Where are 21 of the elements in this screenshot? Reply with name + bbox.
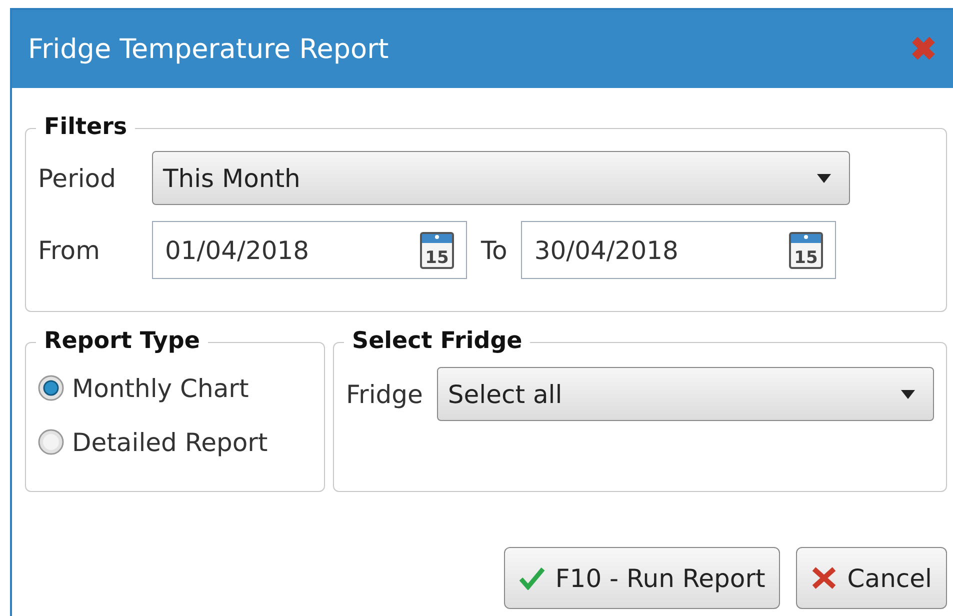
close-icon (811, 566, 838, 590)
dropdown[interactable]: Select all (436, 367, 934, 421)
checkmark-icon (519, 566, 546, 590)
field-label: From (38, 236, 101, 264)
window-title: Fridge Temperature Report (28, 34, 389, 64)
field-label: To (481, 236, 508, 264)
date-field[interactable]: 30/04/2018 15 (521, 221, 836, 279)
radio-label: Monthly Chart (72, 374, 249, 402)
run-report-button[interactable]: F10 - Run Report (504, 547, 780, 609)
dropdown[interactable]: This Month (152, 151, 850, 205)
date-field[interactable]: 01/04/2018 15 (152, 221, 467, 279)
field-label: Fridge (346, 380, 423, 408)
radio-button[interactable] (38, 375, 64, 401)
calendar-icon[interactable]: 15 (789, 231, 824, 269)
radio-button[interactable] (38, 429, 64, 455)
cancel-button[interactable]: Cancel (796, 547, 947, 609)
dropdown-caret-icon (817, 174, 831, 182)
dropdown-caret-icon (901, 390, 915, 398)
field-label: Period (38, 164, 117, 192)
radio-label: Detailed Report (72, 428, 268, 456)
calendar-icon[interactable]: 15 (420, 231, 454, 269)
